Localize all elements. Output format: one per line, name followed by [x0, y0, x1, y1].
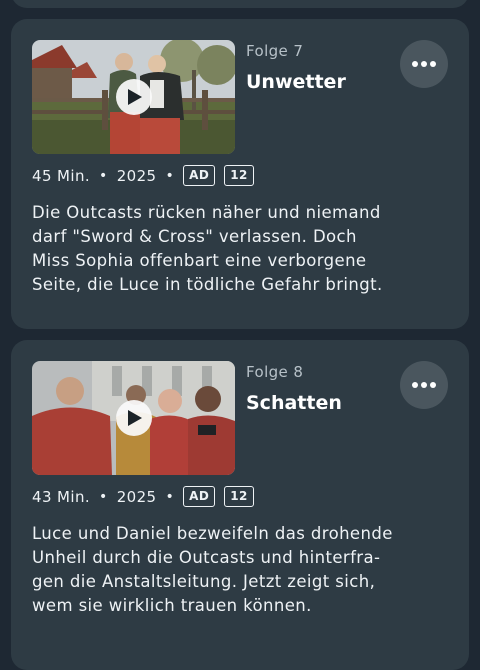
description-line: Miss Sophia offenbart eine verborgene — [32, 251, 367, 270]
age-rating-badge: 12 — [224, 486, 254, 507]
release-year: 2025 — [116, 166, 157, 185]
play-button[interactable] — [115, 400, 152, 436]
description-line: wem sie wirklich trauen können. — [32, 596, 312, 615]
episode-thumbnail[interactable] — [32, 40, 235, 154]
meta-separator: • — [99, 167, 108, 184]
episode-card-previous[interactable] — [11, 0, 469, 8]
episode-card-7[interactable]: Folge 7 Unwetter 45 Min. • 2025 • AD 12 … — [11, 19, 469, 329]
audio-description-badge: AD — [183, 165, 216, 186]
duration: 43 Min. — [32, 487, 91, 506]
episode-thumbnail[interactable] — [32, 361, 235, 475]
episode-description: Luce und Daniel bezweifeln das drohende … — [32, 522, 452, 618]
description-line: darf "Sword & Cross" verlassen. Doch — [32, 227, 357, 246]
episode-number: Folge 7 — [246, 42, 304, 60]
more-options-button[interactable] — [400, 40, 448, 88]
description-line: Unheil durch die Outcasts und hinterfra- — [32, 548, 381, 567]
description-line: Seite, die Luce in tödliche Gefahr bring… — [32, 275, 383, 294]
meta-separator: • — [165, 167, 175, 184]
episode-title: Schatten — [246, 392, 342, 414]
duration: 45 Min. — [32, 166, 91, 185]
description-line: Luce und Daniel bezweifeln das drohende — [32, 524, 393, 543]
audio-description-badge: AD — [183, 486, 216, 507]
more-horizontal-icon — [412, 61, 436, 67]
age-rating-badge: 12 — [224, 165, 254, 186]
description-line: gen die Anstaltsleitung. Jetzt zeigt sic… — [32, 572, 376, 591]
episode-description: Die Outcasts rücken näher und niemand da… — [32, 201, 452, 297]
description-line: Die Outcasts rücken näher und niemand — [32, 203, 381, 222]
meta-separator: • — [99, 488, 108, 505]
episode-meta: 43 Min. • 2025 • AD 12 — [32, 486, 254, 507]
episode-card-8[interactable]: Folge 8 Schatten 43 Min. • 2025 • AD 12 … — [11, 340, 469, 670]
play-icon — [128, 89, 142, 105]
play-button[interactable] — [115, 79, 152, 115]
episode-meta: 45 Min. • 2025 • AD 12 — [32, 165, 254, 186]
meta-separator: • — [165, 488, 175, 505]
episode-title: Unwetter — [246, 71, 346, 93]
play-icon — [128, 410, 142, 426]
release-year: 2025 — [116, 487, 157, 506]
more-horizontal-icon — [412, 382, 436, 388]
episode-number: Folge 8 — [246, 363, 304, 381]
more-options-button[interactable] — [400, 361, 448, 409]
